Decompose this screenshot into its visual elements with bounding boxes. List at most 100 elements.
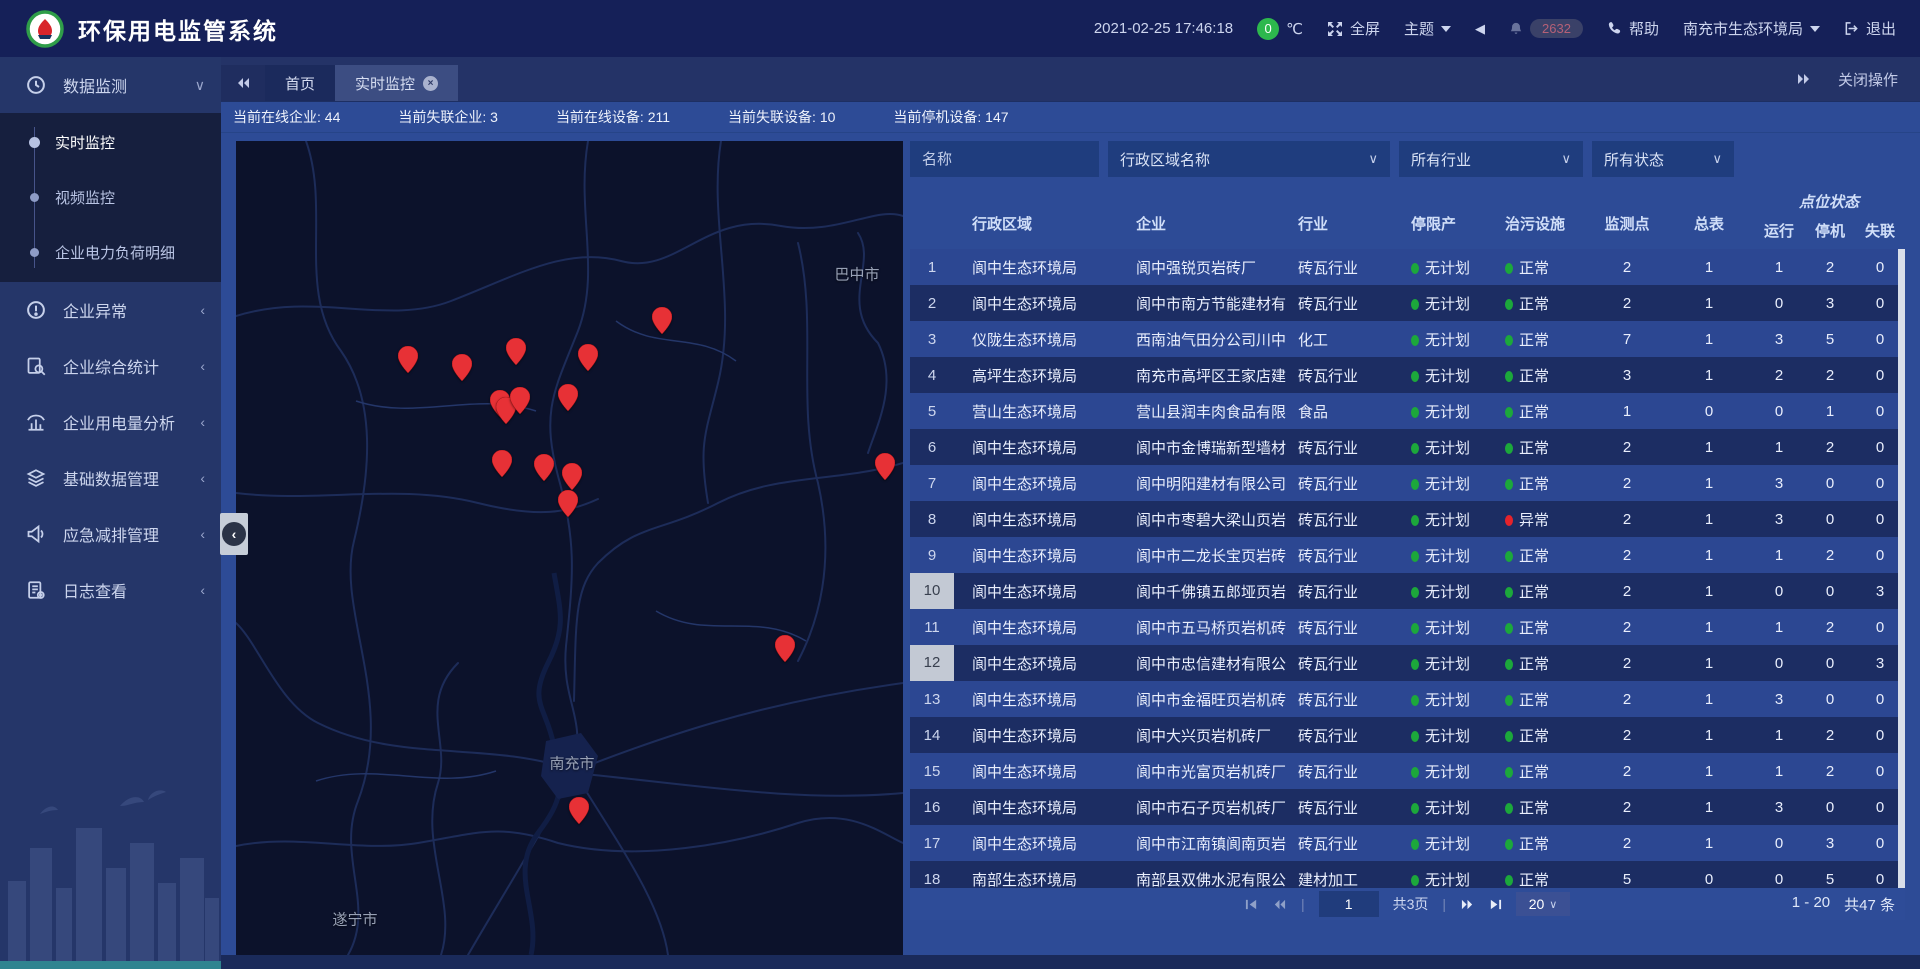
tab-close-icon[interactable]: × (423, 76, 438, 91)
map-pin[interactable] (534, 454, 554, 481)
table-row[interactable]: 1阆中生态环境局阆中强锐页岩砖厂砖瓦行业无计划正常21120 (910, 249, 1905, 285)
tab-realtime-monitor[interactable]: 实时监控 × (335, 65, 458, 101)
status-dot (1411, 515, 1419, 526)
sidebar-item-6[interactable]: 应急减排管理‹ (0, 506, 221, 562)
table-row[interactable]: 8阆中生态环境局阆中市枣碧大梁山页岩砖瓦行业无计划异常21300 (910, 501, 1905, 537)
table-row[interactable]: 18南部生态环境局南部县双佛水泥有限公建材加工无计划正常50050 (910, 861, 1905, 888)
page-number-input[interactable] (1319, 891, 1379, 917)
chevron-left-icon: ‹ (200, 526, 205, 542)
chevron-left-icon: ‹ (200, 414, 205, 430)
map-city-label: 南充市 (549, 753, 594, 774)
map-pin[interactable] (578, 344, 598, 371)
sidebar-submenu: 实时监控视频监控企业电力负荷明细 (0, 113, 221, 282)
map-pin[interactable] (506, 338, 526, 365)
logout-icon (1844, 21, 1859, 36)
stats-bar: 当前在线企业: 44当前失联企业: 3当前在线设备: 211当前失联设备: 10… (221, 101, 1920, 133)
table-row[interactable]: 9阆中生态环境局阆中市二龙长宝页岩砖砖瓦行业无计划正常21120 (910, 537, 1905, 573)
sound-toggle-icon[interactable]: ◀ (1475, 21, 1485, 37)
map-canvas[interactable]: 巴中市南充市遂宁市 (236, 141, 903, 955)
table-row[interactable]: 3仪陇生态环境局西南油气田分公司川中化工无计划正常71350 (910, 321, 1905, 357)
chevron-left-icon: ‹ (222, 522, 246, 546)
table-scrollbar[interactable] (1898, 249, 1905, 888)
bullet-icon (30, 193, 39, 202)
status-dot (1505, 839, 1513, 850)
sidebar-collapse-toggle[interactable]: ‹ (220, 513, 248, 555)
close-operations-button[interactable]: 关闭操作 (1838, 69, 1898, 90)
alert-icon (26, 300, 50, 320)
stat-item: 当前在线企业: 44 (233, 107, 340, 127)
sidebar-item-2[interactable]: 企业异常‹ (0, 282, 221, 338)
monitor-icon (26, 75, 50, 95)
chevron-down-icon: ∨ (1368, 151, 1378, 167)
map-city-label: 遂宁市 (332, 909, 377, 930)
tabs-scroll-left-button[interactable] (221, 65, 265, 101)
table-row[interactable]: 5营山生态环境局营山县润丰肉食品有限食品无计划正常10010 (910, 393, 1905, 429)
status-dot (1505, 443, 1513, 454)
map-pin[interactable] (775, 635, 795, 662)
map-pin[interactable] (492, 450, 512, 477)
map-pin[interactable] (398, 346, 418, 373)
chevron-down-icon: ∨ (1549, 898, 1557, 911)
table-row[interactable]: 14阆中生态环境局阆中大兴页岩机砖厂砖瓦行业无计划正常21120 (910, 717, 1905, 753)
map-pin[interactable] (652, 307, 672, 334)
notification-badge[interactable]: 2632 (1509, 19, 1583, 38)
table-row[interactable]: 11阆中生态环境局阆中市五马桥页岩机砖砖瓦行业无计划正常21120 (910, 609, 1905, 645)
table-row[interactable]: 10阆中生态环境局阆中千佛镇五郎垭页岩砖瓦行业无计划正常21003 (910, 573, 1905, 609)
status-dot (1411, 443, 1419, 454)
theme-dropdown[interactable]: 主题 (1404, 18, 1451, 39)
org-dropdown[interactable]: 南充市生态环境局 (1683, 18, 1820, 39)
region-select[interactable]: 行政区域名称 ∨ (1108, 141, 1390, 177)
status-dot (1505, 695, 1513, 706)
sidebar-subitem[interactable]: 企业电力负荷明细 (0, 225, 221, 280)
sidebar-subitem[interactable]: 视频监控 (0, 170, 221, 225)
sidebar-item-1[interactable]: 数据监测∨ (0, 57, 221, 113)
table-row[interactable]: 15阆中生态环境局阆中市光富页岩机砖厂砖瓦行业无计划正常21120 (910, 753, 1905, 789)
map-pin[interactable] (558, 384, 578, 411)
sidebar-item-5[interactable]: 基础数据管理‹ (0, 450, 221, 506)
tab-home[interactable]: 首页 (265, 65, 335, 101)
fullscreen-button[interactable]: 全屏 (1327, 18, 1380, 39)
sidebar-item-3[interactable]: 企业综合统计‹ (0, 338, 221, 394)
logout-button[interactable]: 退出 (1844, 18, 1896, 39)
sidebar-item-4[interactable]: 企业用电量分析‹ (0, 394, 221, 450)
sidebar-item-7[interactable]: 日志查看‹ (0, 562, 221, 618)
table-row[interactable]: 7阆中生态环境局阆中明阳建材有限公司砖瓦行业无计划正常21300 (910, 465, 1905, 501)
map-pin[interactable] (452, 354, 472, 381)
status-dot (1505, 479, 1513, 490)
filter-bar: 行政区域名称 ∨ 所有行业 ∨ 所有状态 ∨ (910, 141, 1905, 177)
chevron-left-icon: ‹ (200, 582, 205, 598)
table-row[interactable]: 17阆中生态环境局阆中市江南镇阆南页岩砖瓦行业无计划正常21030 (910, 825, 1905, 861)
table-row[interactable]: 2阆中生态环境局阆中市南方节能建材有砖瓦行业无计划正常21030 (910, 285, 1905, 321)
page-size-select[interactable]: 20 ∨ (1516, 892, 1570, 916)
table-row[interactable]: 16阆中生态环境局阆中市石子页岩机砖厂砖瓦行业无计划正常21300 (910, 789, 1905, 825)
map-pin[interactable] (558, 490, 578, 517)
status-dot (1505, 335, 1513, 346)
top-header: 环保用电监管系统 2021-02-25 17:46:18 0 ℃ 全屏 主题 ◀ (0, 0, 1920, 57)
last-page-button[interactable] (1489, 898, 1502, 911)
table-row[interactable]: 13阆中生态环境局阆中市金福旺页岩机砖砖瓦行业无计划正常21300 (910, 681, 1905, 717)
brand: 环保用电监管系统 (0, 10, 278, 48)
stat-item: 当前在线设备: 211 (556, 107, 670, 127)
map-pin[interactable] (875, 453, 895, 480)
pagination-bar: | 共3页 | 20 ∨ 1 - 20 共47 条 (910, 888, 1905, 920)
first-page-button[interactable] (1245, 898, 1258, 911)
sidebar-subitem[interactable]: 实时监控 (0, 115, 221, 170)
help-button[interactable]: 帮助 (1607, 18, 1659, 39)
map-pin[interactable] (562, 463, 582, 490)
bullet-icon (30, 248, 39, 257)
table-row[interactable]: 4高坪生态环境局南充市高坪区王家店建砖瓦行业无计划正常31220 (910, 357, 1905, 393)
status-dot (1505, 803, 1513, 814)
map-pin[interactable] (569, 797, 589, 824)
industry-select[interactable]: 所有行业 ∨ (1399, 141, 1583, 177)
status-select[interactable]: 所有状态 ∨ (1592, 141, 1734, 177)
temperature-circle: 0 (1257, 18, 1279, 40)
table-row[interactable]: 12阆中生态环境局阆中市忠信建材有限公砖瓦行业无计划正常21003 (910, 645, 1905, 681)
map-pin[interactable] (510, 387, 530, 414)
table-row[interactable]: 6阆中生态环境局阆中市金博瑞新型墙材砖瓦行业无计划正常21120 (910, 429, 1905, 465)
status-dot (1411, 335, 1419, 346)
name-search-input[interactable] (910, 141, 1099, 177)
status-dot (1505, 371, 1513, 382)
prev-page-button[interactable] (1272, 898, 1287, 911)
next-page-button[interactable] (1460, 898, 1475, 911)
tabs-scroll-right-button[interactable] (1796, 72, 1812, 86)
